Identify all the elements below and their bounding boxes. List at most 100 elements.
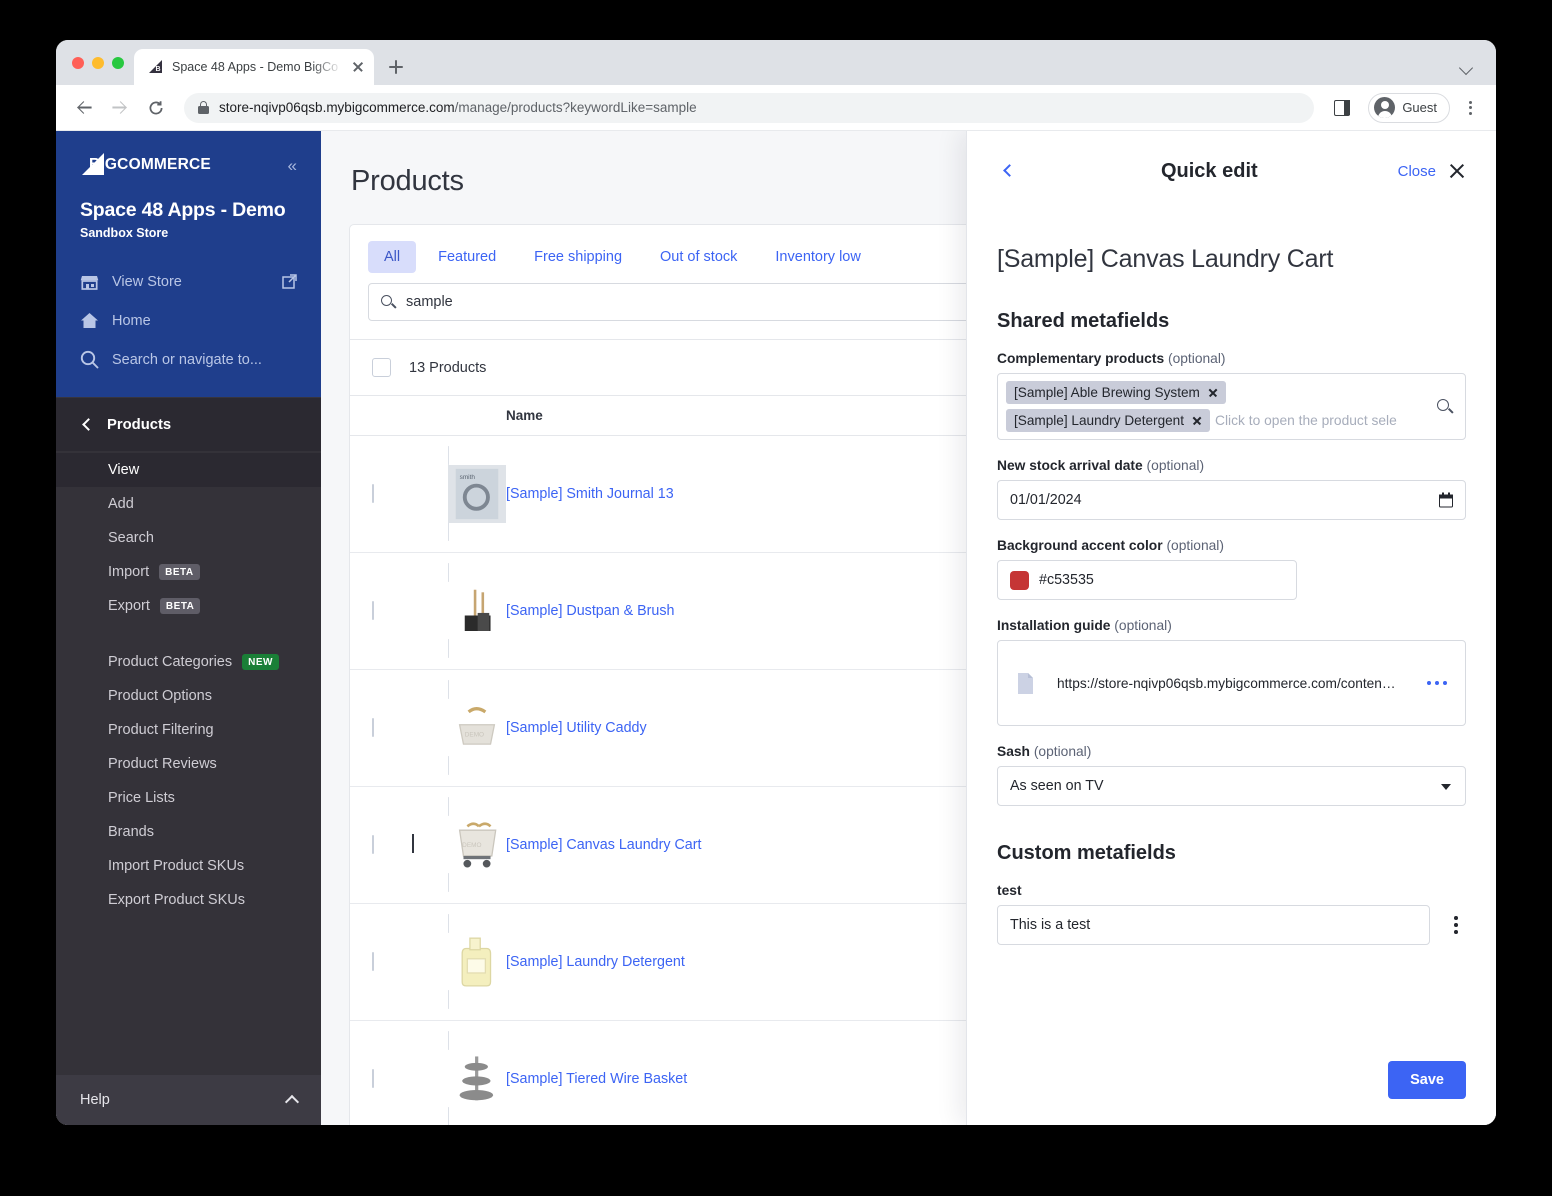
address-bar-url: store-nqivp06qsb.mybigcommerce.com/manag… <box>219 100 697 115</box>
sidebar-item-export-product-skus[interactable]: Export Product SKUs <box>56 883 321 917</box>
window-traffic-lights <box>68 40 134 85</box>
maximize-window-button[interactable] <box>112 56 124 69</box>
sidebar-item-product-categories[interactable]: Product Categories NEW <box>56 645 321 679</box>
custom-field-menu-button[interactable] <box>1446 915 1466 935</box>
sidebar-item-brands[interactable]: Brands <box>56 815 321 849</box>
row-checkbox[interactable] <box>372 952 374 971</box>
sidebar-item-product-options[interactable]: Product Options <box>56 679 321 713</box>
product-name-link[interactable]: [Sample] Utility Caddy <box>506 720 661 736</box>
save-button[interactable]: Save <box>1388 1061 1466 1099</box>
row-checkbox[interactable] <box>372 484 374 503</box>
custom-test-field: test This is a test <box>997 883 1466 945</box>
new-tab-button[interactable] <box>382 53 410 81</box>
sidebar-item-view[interactable]: View <box>56 453 321 487</box>
sidebar-section-products[interactable]: Products <box>56 397 321 451</box>
complementary-products-placeholder: Click to open the product sele <box>1215 413 1397 428</box>
sidebar-item-label: Import <box>108 564 150 580</box>
header-expand <box>412 395 448 436</box>
browser-menu-button[interactable] <box>1456 92 1484 124</box>
sidebar-help-button[interactable]: Help <box>56 1075 321 1125</box>
sidebar-item-label: Product Reviews <box>108 756 217 772</box>
tab-out-of-stock[interactable]: Out of stock <box>644 241 753 273</box>
sidebar-item-add[interactable]: Add <box>56 487 321 521</box>
color-swatch[interactable] <box>1010 570 1029 590</box>
product-name-link[interactable]: [Sample] Tiered Wire Basket <box>506 1071 701 1087</box>
tab-free-shipping[interactable]: Free shipping <box>518 241 638 273</box>
custom-test-input[interactable]: This is a test <box>997 905 1430 945</box>
row-checkbox[interactable] <box>372 835 374 854</box>
close-tab-icon[interactable] <box>350 59 366 75</box>
sidebar-item-price-lists[interactable]: Price Lists <box>56 781 321 815</box>
remove-tag-icon[interactable] <box>1192 416 1202 426</box>
stock-arrival-date-input[interactable]: 01/01/2024 <box>997 480 1466 520</box>
product-tag-label: [Sample] Able Brewing System <box>1014 385 1200 400</box>
sidebar-item-label: View Store <box>112 273 182 290</box>
accent-color-input[interactable]: #c53535 <box>997 560 1297 600</box>
profile-button[interactable]: Guest <box>1368 92 1450 123</box>
sidebar-item-search[interactable]: Search <box>56 521 321 555</box>
expand-row-icon[interactable] <box>412 834 414 853</box>
product-name-link[interactable]: [Sample] Laundry Detergent <box>506 954 699 970</box>
beta-badge: BETA <box>159 598 201 614</box>
back-button[interactable] <box>997 159 1021 183</box>
close-window-button[interactable] <box>72 56 84 69</box>
minimize-window-button[interactable] <box>92 56 104 69</box>
tab-all[interactable]: All <box>368 241 417 273</box>
product-name-link[interactable]: [Sample] Smith Journal 13 <box>506 486 688 502</box>
sidebar-item-view-store[interactable]: View Store <box>56 262 321 301</box>
row-checkbox[interactable] <box>372 601 374 620</box>
complementary-products-input[interactable]: [Sample] Able Brewing System [Sample] La… <box>997 373 1466 440</box>
remove-tag-icon[interactable] <box>1208 388 1218 398</box>
row-checkbox[interactable] <box>372 1069 374 1088</box>
side-panel-button[interactable] <box>1326 92 1358 124</box>
sidebar-item-import[interactable]: Import BETA <box>56 555 321 589</box>
row-checkbox[interactable] <box>372 718 374 737</box>
forward-button[interactable] <box>104 92 136 124</box>
store-name: Space 48 Apps - Demo <box>80 199 286 221</box>
installation-guide-label: Installation guide (optional) <box>997 618 1172 633</box>
installation-guide-field: Installation guide (optional) https://st… <box>997 618 1466 726</box>
bigcommerce-mark-icon <box>80 153 106 177</box>
sidebar-item-import-product-skus[interactable]: Import Product SKUs <box>56 849 321 883</box>
arrow-right-icon <box>114 100 127 114</box>
calendar-icon[interactable] <box>1439 492 1453 508</box>
close-panel-button[interactable]: Close <box>1398 162 1466 180</box>
address-bar[interactable]: store-nqivp06qsb.mybigcommerce.com/manag… <box>184 92 1315 123</box>
sash-selected-value: As seen on TV <box>1010 778 1104 794</box>
file-options-button[interactable] <box>1427 680 1447 686</box>
product-tag[interactable]: [Sample] Able Brewing System <box>1006 381 1226 404</box>
sidebar-item-product-reviews[interactable]: Product Reviews <box>56 747 321 781</box>
product-thumbnail <box>448 563 506 658</box>
product-name-link[interactable]: [Sample] Dustpan & Brush <box>506 603 688 619</box>
product-tag[interactable]: [Sample] Laundry Detergent <box>1006 409 1211 432</box>
sidebar-item-export[interactable]: Export BETA <box>56 589 321 623</box>
sidebar-item-home[interactable]: Home <box>56 301 321 340</box>
browser-toolbar: store-nqivp06qsb.mybigcommerce.com/manag… <box>56 85 1496 131</box>
sidebar-item-search[interactable]: Search or navigate to... <box>56 340 321 379</box>
browser-tab[interactable]: B Space 48 Apps - Demo BigCo <box>134 49 374 85</box>
sash-select[interactable]: As seen on TV <box>997 766 1466 806</box>
tab-search-button[interactable] <box>1454 53 1482 81</box>
sidebar-item-product-filtering[interactable]: Product Filtering <box>56 713 321 747</box>
tab-inventory-low[interactable]: Inventory low <box>759 241 876 273</box>
svg-text:B: B <box>156 66 161 73</box>
sidebar-brand-label: BIGCOMMERCE <box>89 156 211 173</box>
reload-button[interactable] <box>140 92 172 124</box>
sidebar-item-label: Export Product SKUs <box>108 892 245 908</box>
page-root: BIGCOMMERCE « Space 48 Apps - Demo Sandb… <box>56 131 1496 1125</box>
svg-text:DEMO: DEMO <box>462 842 481 849</box>
product-name-link[interactable]: [Sample] Canvas Laundry Cart <box>506 837 716 853</box>
browser-window: B Space 48 Apps - Demo BigCo store-nqivp… <box>56 40 1496 1125</box>
bigcommerce-logo: BIGCOMMERCE <box>80 153 211 177</box>
installation-guide-url[interactable]: https://store-nqivp06qsb.mybigcommerce.c… <box>1057 676 1405 691</box>
back-button[interactable] <box>68 92 100 124</box>
stock-arrival-date-field: New stock arrival date (optional) 01/01/… <box>997 458 1466 520</box>
accent-color-value: #c53535 <box>1039 572 1094 588</box>
search-icon[interactable] <box>1437 398 1454 415</box>
tab-featured[interactable]: Featured <box>422 241 512 273</box>
product-thumbnail: smith <box>448 446 506 541</box>
lock-icon <box>198 101 209 114</box>
collapse-sidebar-button[interactable]: « <box>288 157 297 174</box>
select-all-checkbox[interactable] <box>372 358 391 377</box>
beta-badge: BETA <box>159 564 200 580</box>
